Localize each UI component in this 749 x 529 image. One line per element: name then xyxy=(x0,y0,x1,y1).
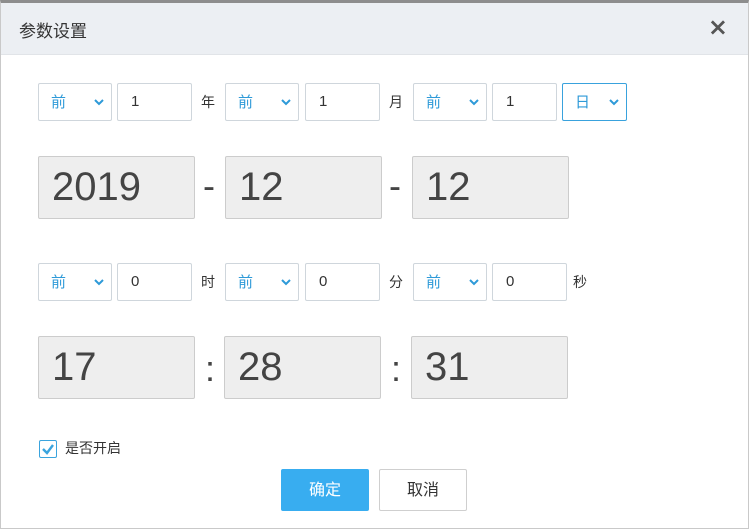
date-separator: - xyxy=(389,165,401,206)
minute-display: 28 xyxy=(224,336,381,399)
second-display: 31 xyxy=(411,336,568,399)
day-unit-value: 日 xyxy=(575,93,591,111)
year-unit-label: 年 xyxy=(201,95,215,111)
time-separator: : xyxy=(391,348,402,389)
year-offset-input[interactable]: 1 xyxy=(117,83,192,121)
day-offset-input[interactable]: 1 xyxy=(492,83,557,121)
month-direction-select[interactable]: 前 xyxy=(225,83,299,121)
dialog-header: 参数设置 × xyxy=(1,3,748,55)
day-direction-select[interactable]: 前 xyxy=(413,83,487,121)
settings-dialog: 参数设置 × 前 1 年 前 1 月 前 1 日 2019 - 12 - 12 … xyxy=(0,0,749,529)
year-direction-select[interactable]: 前 xyxy=(38,83,112,121)
close-icon[interactable]: × xyxy=(708,13,728,41)
chevron-down-icon xyxy=(469,279,479,286)
month-unit-label: 月 xyxy=(389,95,403,111)
enable-label: 是否开启 xyxy=(65,441,121,457)
check-icon xyxy=(42,444,54,455)
minute-direction-select[interactable]: 前 xyxy=(225,263,299,301)
month-direction-value: 前 xyxy=(238,93,254,111)
minute-unit-label: 分 xyxy=(389,275,403,291)
month-offset-input[interactable]: 1 xyxy=(305,83,380,121)
chevron-down-icon xyxy=(609,99,619,106)
cancel-button[interactable]: 取消 xyxy=(379,469,467,511)
confirm-button[interactable]: 确定 xyxy=(281,469,369,511)
second-offset-input[interactable]: 0 xyxy=(492,263,567,301)
minute-direction-value: 前 xyxy=(238,273,254,291)
second-direction-value: 前 xyxy=(426,273,442,291)
chevron-down-icon xyxy=(469,99,479,106)
year-direction-value: 前 xyxy=(51,93,67,111)
second-direction-select[interactable]: 前 xyxy=(413,263,487,301)
chevron-down-icon xyxy=(281,279,291,286)
day-display: 12 xyxy=(412,156,569,219)
hour-direction-select[interactable]: 前 xyxy=(38,263,112,301)
hour-display: 17 xyxy=(38,336,195,399)
dialog-title: 参数设置 xyxy=(19,22,87,42)
time-separator: : xyxy=(205,348,216,389)
enable-checkbox[interactable] xyxy=(39,440,57,458)
date-separator: - xyxy=(203,165,215,206)
month-display: 12 xyxy=(225,156,382,219)
day-unit-select[interactable]: 日 xyxy=(562,83,627,121)
second-unit-label: 秒 xyxy=(573,275,587,291)
minute-offset-input[interactable]: 0 xyxy=(305,263,380,301)
day-direction-value: 前 xyxy=(426,93,442,111)
hour-direction-value: 前 xyxy=(51,273,67,291)
hour-unit-label: 时 xyxy=(201,275,215,291)
chevron-down-icon xyxy=(281,99,291,106)
hour-offset-input[interactable]: 0 xyxy=(117,263,192,301)
chevron-down-icon xyxy=(94,99,104,106)
year-display: 2019 xyxy=(38,156,195,219)
chevron-down-icon xyxy=(94,279,104,286)
